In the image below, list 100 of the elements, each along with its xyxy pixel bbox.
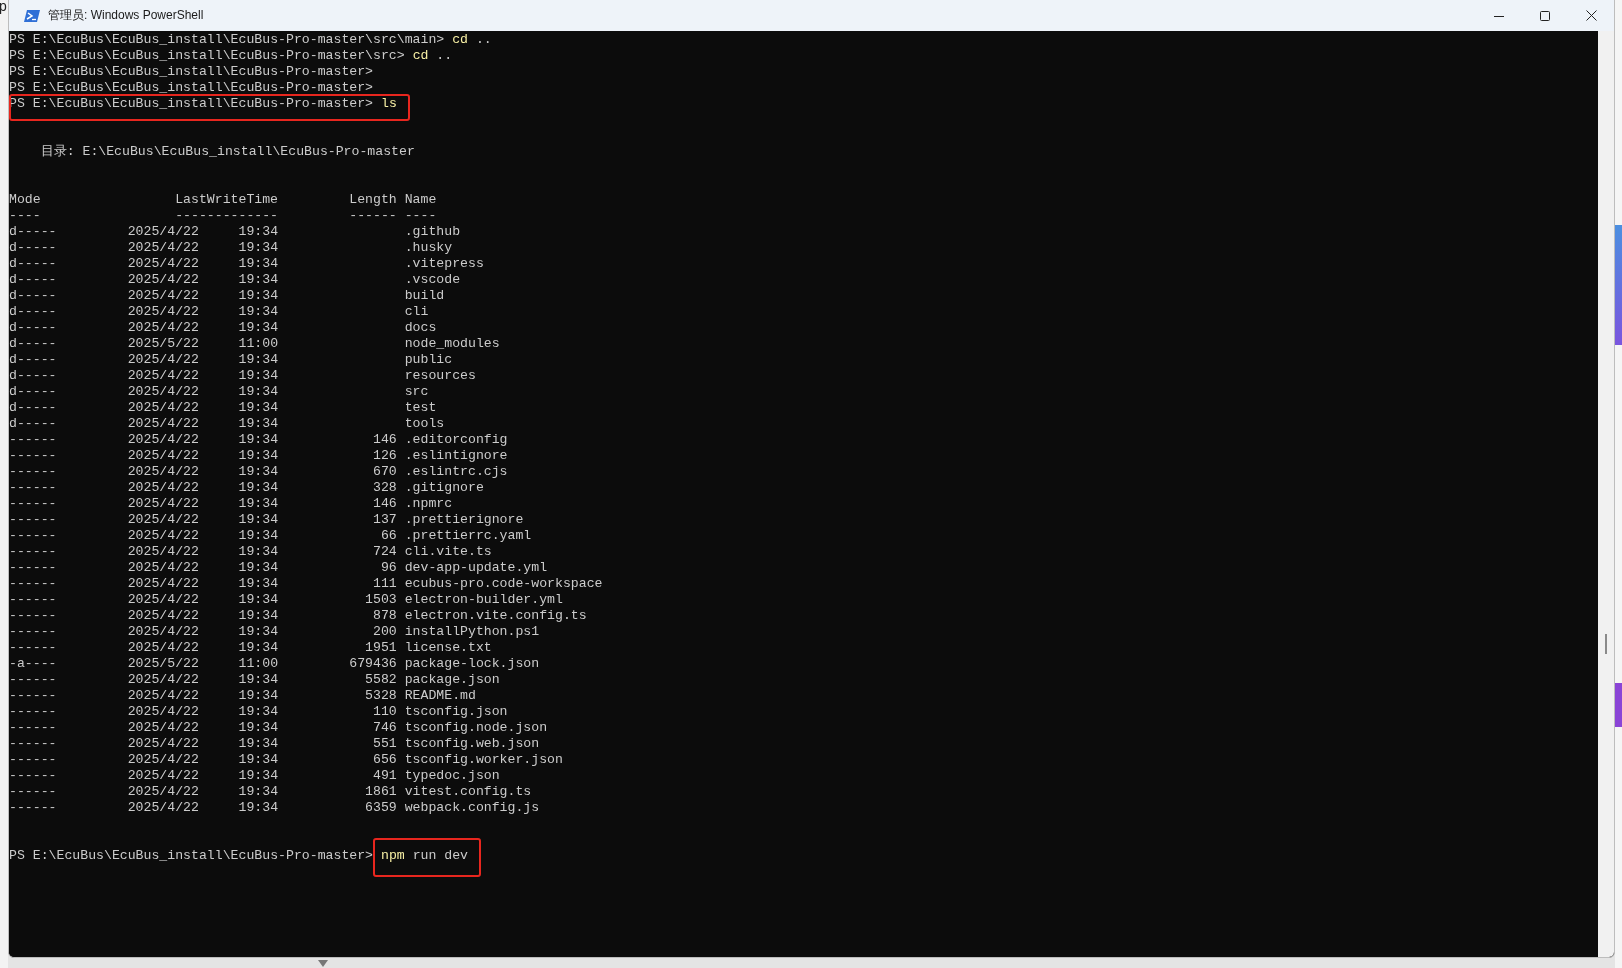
scrollbar[interactable] <box>1598 31 1614 957</box>
table-cell-text: typedoc.json <box>404 768 501 784</box>
table-cell-text: d----- <box>9 336 58 352</box>
table-cell-text: 2025/4/22 <box>127 432 200 448</box>
table-cell-text: 1503 <box>364 592 397 608</box>
table-cell-text: d----- <box>9 288 58 304</box>
table-cell: 19:34 <box>238 560 279 576</box>
column-rule: ------ <box>348 208 397 224</box>
table-cell-text: cli <box>404 304 430 320</box>
table-cell-text: 126 <box>372 448 397 464</box>
column-header: Mode <box>9 192 42 208</box>
table-cell-text: 1951 <box>364 640 397 656</box>
table-cell: 19:34 <box>238 592 279 608</box>
scrollbar-thumb[interactable] <box>1605 634 1607 654</box>
table-cell-text: src <box>404 384 430 400</box>
table-cell: 19:34 <box>238 400 279 416</box>
column-header: LastWriteTime <box>174 192 279 208</box>
table-cell-text: 2025/4/22 <box>127 448 200 464</box>
table-cell: 19:34 <box>238 480 279 496</box>
table-cell: 19:34 <box>238 608 279 624</box>
table-cell-text: .vitepress <box>404 256 485 272</box>
table-cell: 19:34 <box>238 432 279 448</box>
table-cell-text: 2025/4/22 <box>127 752 200 768</box>
table-cell: 19:34 <box>238 448 279 464</box>
table-cell-text: 679436 <box>348 656 397 672</box>
table-cell-text: 2025/4/22 <box>127 720 200 736</box>
table-cell-text: .prettierignore <box>404 512 525 528</box>
close-icon <box>1585 10 1597 21</box>
table-cell-text: ------ <box>9 736 58 752</box>
table-cell-text: 2025/4/22 <box>127 256 200 272</box>
table-cell: 19:34 <box>238 304 279 320</box>
table-cell-text: 2025/4/22 <box>127 544 200 560</box>
prompt-text: PS E:\EcuBus\EcuBus_install\EcuBus-Pro-master> <box>9 848 374 863</box>
table-cell-text: 2025/4/22 <box>127 768 200 784</box>
table-cell-text: 5328 <box>364 688 397 704</box>
table-cell-text: d----- <box>9 368 58 384</box>
table-cell-text: tsconfig.worker.json <box>404 752 564 768</box>
table-cell: 19:34 <box>238 320 279 336</box>
table-cell-text: 110 <box>372 704 397 720</box>
table-cell-text: 2025/4/22 <box>127 784 200 800</box>
table-cell: 19:34 <box>238 368 279 384</box>
table-cell-text: .github <box>404 224 462 240</box>
table-cell-text: test <box>404 400 438 416</box>
command-text: cd .. <box>412 48 453 63</box>
table-cell-text: 2025/4/22 <box>127 368 200 384</box>
table-cell-text: .vscode <box>404 272 462 288</box>
table-cell-text: ------ <box>9 528 58 544</box>
window-title: 管理员: Windows PowerShell <box>48 7 205 24</box>
table-cell-text: d----- <box>9 224 58 240</box>
table-cell-text: public <box>404 352 454 368</box>
table-cell-text: 2025/4/22 <box>127 624 200 640</box>
table-cell-text: 878 <box>372 608 397 624</box>
prompt-text: PS E:\EcuBus\EcuBus_install\EcuBus-Pro-master> <box>9 64 374 79</box>
table-cell: 19:34 <box>238 416 279 432</box>
table-cell: 19:34 <box>238 784 279 800</box>
table-cell-text: 670 <box>372 464 397 480</box>
table-cell-text: 66 <box>379 528 397 544</box>
table-cell-text: ecubus-pro.code-workspace <box>404 576 604 592</box>
table-cell-text: electron.vite.config.ts <box>404 608 588 624</box>
table-cell-text: 328 <box>372 480 397 496</box>
table-cell-text: ------ <box>9 592 58 608</box>
table-cell-text: 2025/4/22 <box>127 592 200 608</box>
table-cell-text: 746 <box>372 720 397 736</box>
table-cell-text: build <box>404 288 446 304</box>
table-cell-text: 6359 <box>364 800 397 816</box>
table-cell-text: 2025/4/22 <box>127 736 200 752</box>
table-cell-text: 551 <box>372 736 397 752</box>
caret-icon <box>318 960 328 967</box>
table-cell-text: ------ <box>9 560 58 576</box>
table-cell-text: ------ <box>9 752 58 768</box>
table-cell-text: 2025/4/22 <box>127 384 200 400</box>
table-cell-text: d----- <box>9 400 58 416</box>
table-cell-text: 146 <box>372 496 397 512</box>
table-cell-text: tools <box>404 416 446 432</box>
table-cell-text: 2025/4/22 <box>127 560 200 576</box>
table-cell-text: d----- <box>9 384 58 400</box>
table-cell-text: webpack.config.js <box>404 800 541 816</box>
table-cell-text: ------ <box>9 544 58 560</box>
table-cell: 19:34 <box>238 496 279 512</box>
table-cell-text: d----- <box>9 304 58 320</box>
table-cell-text: ------ <box>9 464 58 480</box>
table-cell-text: 2025/5/22 <box>127 656 200 672</box>
table-cell-text: 2025/4/22 <box>127 416 200 432</box>
prompt-text: PS E:\EcuBus\EcuBus_install\EcuBus-Pro-master\src> <box>9 48 405 63</box>
table-cell-text: 2025/4/22 <box>127 576 200 592</box>
table-cell-text: d----- <box>9 320 58 336</box>
table-cell-text: 146 <box>372 432 397 448</box>
table-cell: 19:34 <box>238 576 279 592</box>
table-cell-text: .npmrc <box>404 496 454 512</box>
table-cell: 19:34 <box>238 352 279 368</box>
table-cell: 19:34 <box>238 720 279 736</box>
table-cell-text: ------ <box>9 784 58 800</box>
table-cell: 19:34 <box>238 672 279 688</box>
table-cell-text: .gitignore <box>404 480 485 496</box>
table-cell-text: 2025/4/22 <box>127 288 200 304</box>
table-cell-text: 2025/4/22 <box>127 528 200 544</box>
table-cell-text: tsconfig.web.json <box>404 736 541 752</box>
table-cell-text: d----- <box>9 272 58 288</box>
table-cell: 19:34 <box>238 704 279 720</box>
table-cell-text: 5582 <box>364 672 397 688</box>
